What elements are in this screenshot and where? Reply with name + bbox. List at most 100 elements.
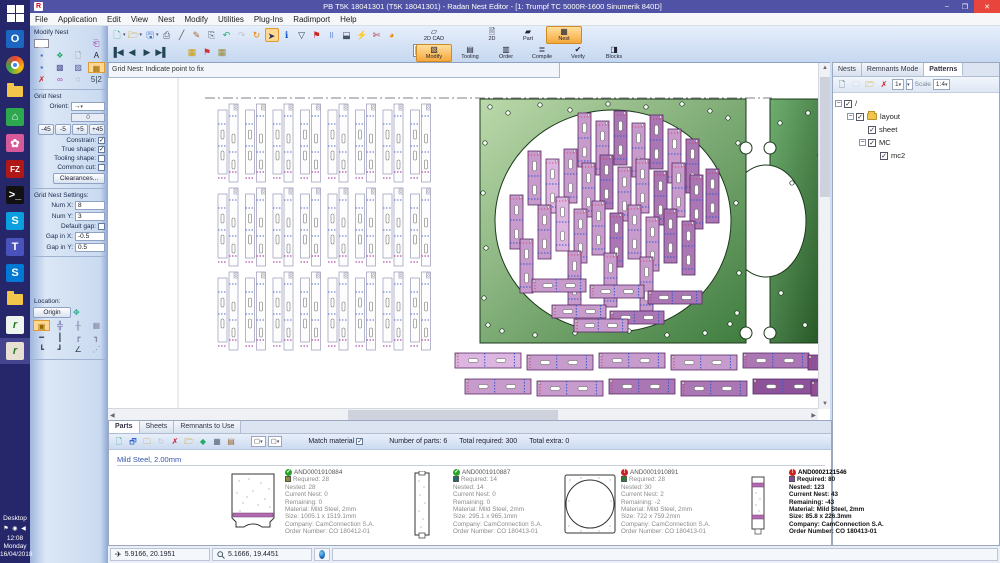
modify-nest-tool-2[interactable]	[70, 38, 87, 49]
runner-icon[interactable]: ⚡	[355, 28, 369, 42]
bookmark-icon[interactable]: ⚑	[310, 28, 324, 42]
view-mode-dropdown[interactable]: ▢▾	[251, 436, 266, 447]
menu-radimport[interactable]: Radimport	[288, 15, 335, 24]
tab-remnants-mode[interactable]: Remnants Mode	[862, 63, 924, 76]
radan-editor-icon[interactable]: r	[0, 338, 30, 364]
num-y-field[interactable]: 3	[75, 212, 105, 221]
location-tool-9[interactable]: ┛	[51, 344, 68, 355]
mode-button-compile[interactable]: ≣Compile	[524, 44, 560, 62]
modify-nest-tool-1[interactable]	[51, 38, 68, 49]
first-icon[interactable]: ▐◀	[110, 45, 124, 59]
angle-button-+45[interactable]: +45	[89, 124, 105, 135]
mode-button-nest[interactable]: ▦Nest	[546, 26, 582, 44]
match-material-checkbox[interactable]: ✓	[356, 438, 363, 445]
part-card[interactable]: ✓AND0001910887Required: 14Nested: 14Curr…	[389, 469, 555, 543]
tree-checkbox[interactable]: ✓	[856, 113, 864, 121]
line-icon[interactable]: ╱	[175, 28, 189, 42]
part-card[interactable]: !AND0001910891Required: 28Nested: 30Curr…	[557, 469, 723, 543]
location-tool-8[interactable]: ┗	[33, 344, 50, 355]
menu-nest[interactable]: Nest	[153, 15, 179, 24]
location-tool-11[interactable]: ⋰	[88, 344, 105, 355]
tree-checkbox[interactable]: ✓	[844, 100, 852, 108]
next-icon[interactable]: ▶	[140, 45, 154, 59]
pencil-icon[interactable]: ✎	[190, 28, 204, 42]
skype-icon[interactable]: S	[0, 208, 30, 234]
modify-nest-tool-0[interactable]: ▭	[34, 39, 49, 48]
copy-icon[interactable]: ⎘	[205, 28, 219, 42]
tools-icon[interactable]: ✄	[370, 28, 384, 42]
tree-node-mc2[interactable]: ✓mc2	[835, 149, 997, 162]
new-icon-dropdown[interactable]: ▾	[123, 32, 126, 38]
tab-patterns[interactable]: Patterns	[924, 63, 963, 76]
undo-icon[interactable]: ↶	[220, 28, 234, 42]
menu-application[interactable]: Application	[53, 15, 102, 24]
print-icon[interactable]: ⎙	[160, 28, 174, 42]
prev-icon[interactable]: ◀	[125, 45, 139, 59]
menu-plug-ins[interactable]: Plug-Ins	[249, 15, 288, 24]
modify-nest-tool-3[interactable]: ⎗	[88, 38, 105, 49]
folder-closed-icon[interactable]: 🗀	[850, 79, 862, 91]
tree-checkbox[interactable]: ✓	[868, 139, 876, 147]
nest-canvas[interactable]: Grid Nest: Indicate point to fix ▲ ▼ ◀ ▶	[108, 62, 830, 420]
save-icon-dropdown[interactable]: ▾	[156, 32, 159, 38]
origin-marker-icon[interactable]: ✥	[73, 308, 80, 317]
filezilla-icon[interactable]: FZ	[0, 156, 30, 182]
tree-node-root[interactable]: −✓/	[835, 97, 997, 110]
new-pattern-icon[interactable]: 🗋	[836, 79, 848, 91]
new-icon[interactable]: 🗋	[110, 28, 124, 42]
monitor-icon[interactable]: ⬓	[340, 28, 354, 42]
delete-icon[interactable]: ✗	[878, 79, 890, 91]
menu-view[interactable]: View	[126, 15, 153, 24]
pattern-view-dropdown[interactable]: 1▾	[892, 79, 904, 90]
modify-nest-tool-12[interactable]: ✗	[33, 74, 50, 85]
mode-button-modify[interactable]: ▧Modify	[416, 44, 452, 62]
tree-expander[interactable]: −	[835, 100, 842, 107]
sort-mode-dropdown[interactable]: ▢▾	[268, 436, 283, 447]
refresh-parts-icon[interactable]: ↻	[155, 436, 167, 448]
close-button[interactable]: ✕	[974, 0, 1000, 13]
vertical-scrollbar[interactable]: ▲ ▼	[818, 63, 830, 409]
trueshape-checkbox[interactable]: ✓	[98, 146, 105, 153]
mode-button-tooling[interactable]: ▤Tooling	[452, 44, 488, 62]
teams-icon[interactable]: T	[0, 234, 30, 260]
modify-nest-tool-4[interactable]: ▪	[33, 50, 50, 61]
part-card[interactable]: ✓AND0001910884Required: 28Nested: 28Curr…	[221, 469, 387, 543]
mode-button-blocks[interactable]: ◨Blocks	[596, 44, 632, 62]
scale-dropdown[interactable]: 1:4▾	[933, 79, 951, 90]
book-icon[interactable]: ▤	[225, 436, 237, 448]
desktop-label[interactable]: Desktop	[0, 515, 30, 522]
location-tool-6[interactable]: ┏	[70, 332, 87, 343]
tree-node-layout[interactable]: −✓layout	[835, 110, 997, 123]
skype-business-icon[interactable]: S	[0, 260, 30, 286]
location-tool-10[interactable]: ∠	[70, 344, 87, 355]
open-icon-dropdown[interactable]: ▾	[140, 32, 143, 38]
location-tool-2[interactable]: ╫	[70, 320, 87, 331]
last-icon[interactable]: ▶▌	[155, 45, 169, 59]
taskbar-clock[interactable]: 12:08 Monday 16/04/2018	[0, 535, 30, 559]
angle-button--45[interactable]: -45	[38, 124, 54, 135]
menu-edit[interactable]: Edit	[102, 15, 126, 24]
folder-icon[interactable]: 🗁	[183, 436, 195, 448]
modify-nest-tool-11[interactable]: ▦	[88, 62, 105, 73]
gap-y-field[interactable]: 0.5	[75, 243, 105, 252]
system-tray[interactable]: ⚑ ◉ ◀	[0, 525, 30, 532]
mode-button-verify[interactable]: ✔Verify	[560, 44, 596, 62]
menu-help[interactable]: Help	[335, 15, 361, 24]
menu-modify[interactable]: Modify	[179, 15, 213, 24]
add-part-icon[interactable]: 🗋	[113, 436, 125, 448]
tab-sheets[interactable]: Sheets	[140, 421, 175, 433]
flag-part-icon[interactable]: ⚑	[200, 45, 214, 59]
part-card[interactable]: !AND0002121546Required: 80Nested: 123Cur…	[725, 469, 891, 543]
modify-nest-tool-5[interactable]: ❖	[51, 50, 68, 61]
store-icon[interactable]: ⌂	[0, 104, 30, 130]
start-icon[interactable]	[0, 0, 30, 26]
modify-nest-tool-14[interactable]: ◌	[70, 74, 87, 85]
tree-checkbox[interactable]: ✓	[880, 152, 888, 160]
tree-node-sheet[interactable]: ✓sheet	[835, 123, 997, 136]
terminal-icon[interactable]: >_	[0, 182, 30, 208]
tab-remnants-to-use[interactable]: Remnants to Use	[174, 421, 241, 433]
modify-nest-tool-15[interactable]: 5|2	[88, 74, 105, 85]
grid-icon[interactable]: ▦	[215, 45, 229, 59]
outlook-icon[interactable]: O	[0, 26, 30, 52]
chrome-icon[interactable]	[0, 52, 30, 78]
